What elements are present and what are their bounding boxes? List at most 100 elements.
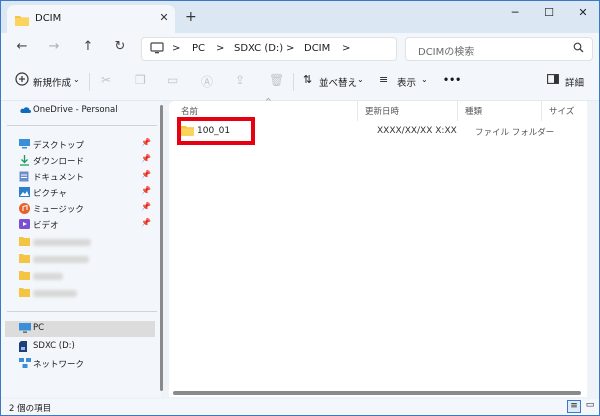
horizontal-scrollbar[interactable] (173, 391, 581, 395)
search-placeholder: DCIMの検索 (418, 47, 475, 58)
forward-icon[interactable]: → (45, 39, 63, 54)
view-chevron-icon[interactable]: ⌄ (421, 75, 428, 84)
new-button[interactable]: 新規作成 (33, 75, 71, 89)
redacted-label (33, 273, 63, 280)
close-button[interactable]: ✕ (571, 6, 595, 19)
desktop-icon (19, 139, 30, 152)
download-icon (19, 155, 30, 169)
column-header-type[interactable]: 種類 (465, 105, 482, 117)
command-bar: 新規作成 ⌄ ✂ ❐ ▭ Ⓐ ⇪ 🗑 ⇅ 並べ替え ⌄ ≡ 表示 ⌄ ••• 詳… (1, 63, 599, 101)
sidebar-item-label: PC (33, 323, 45, 333)
share-icon[interactable]: ⇪ (235, 73, 245, 87)
sidebar-item-desktop[interactable]: デスクトップ 📌 (19, 137, 155, 153)
network-icon (19, 358, 31, 371)
up-icon[interactable]: ↑ (79, 39, 97, 54)
sidebar-item-label: ドキュメント (33, 173, 85, 183)
sort-icon[interactable]: ⇅ (303, 73, 312, 86)
sidebar-item-network[interactable]: ネットワーク (19, 356, 155, 372)
details-pane-icon[interactable] (547, 74, 559, 87)
file-date: XXXX/XX/XX X:XX (377, 126, 457, 136)
breadcrumb-sep: > (216, 43, 225, 54)
sidebar-item-downloads[interactable]: ダウンロード 📌 (19, 153, 155, 169)
search-box[interactable]: DCIMの検索 (405, 37, 593, 61)
address-bar[interactable]: > PC > SDXC (D:) > DCIM > (141, 37, 397, 61)
tab-close-icon[interactable]: ✕ (157, 11, 171, 24)
sidebar-item-onedrive[interactable]: OneDrive - Personal (19, 103, 155, 119)
sidebar-item-label: ビデオ (33, 221, 59, 231)
more-button[interactable]: ••• (443, 75, 461, 86)
item-count: 2 個の項目 (9, 404, 52, 414)
monitor-icon (150, 42, 164, 57)
sidebar-item-blurred-folder[interactable] (19, 286, 155, 302)
column-divider[interactable] (541, 101, 542, 121)
sidebar-item-pc[interactable]: PC (5, 321, 155, 337)
sidebar-item-label: ダウンロード (33, 157, 85, 167)
address-row: ← → ↑ ↻ > PC > SDXC (D:) > DCIM > DCIMの検… (1, 33, 599, 63)
back-icon[interactable]: ← (13, 39, 31, 54)
pin-icon: 📌 (141, 202, 151, 211)
sidebar-item-blurred-folder[interactable] (19, 235, 155, 251)
view-button[interactable]: 表示 (397, 75, 416, 89)
scrollbar-thumb[interactable] (160, 105, 163, 391)
new-chevron-icon[interactable]: ⌄ (73, 75, 80, 84)
pictures-icon (19, 187, 30, 200)
details-view-icon[interactable]: ≡ (567, 400, 581, 413)
pin-icon: 📌 (141, 218, 151, 227)
sidebar-item-sdxc[interactable]: SDXC (D:) (19, 339, 155, 355)
refresh-icon[interactable]: ↻ (111, 39, 129, 54)
onedrive-icon (19, 105, 31, 117)
column-header-size[interactable]: サイズ (549, 105, 574, 117)
paste-icon[interactable]: ▭ (167, 73, 178, 87)
folder-icon (15, 15, 29, 29)
tab-dcim[interactable]: DCIM ✕ (7, 5, 175, 33)
view-icon[interactable]: ≡ (379, 73, 388, 86)
sort-button[interactable]: 並べ替え (319, 75, 357, 89)
sidebar-scrollbar[interactable] (159, 101, 165, 391)
sort-caret-icon: ^ (265, 97, 272, 106)
redacted-label (33, 256, 89, 263)
breadcrumb-sep: > (286, 43, 295, 54)
folder-icon (19, 237, 30, 249)
sidebar-item-documents[interactable]: ドキュメント 📌 (19, 169, 155, 185)
maximize-button[interactable]: ☐ (537, 6, 561, 19)
column-divider[interactable] (457, 101, 458, 121)
pin-icon: 📌 (141, 170, 151, 179)
column-header-name[interactable]: 名前 (181, 105, 198, 117)
copy-icon[interactable]: ❐ (135, 73, 146, 87)
sidebar-item-label: ネットワーク (33, 360, 85, 370)
details-button[interactable]: 詳細 (565, 75, 584, 89)
breadcrumb-pc[interactable]: PC (192, 43, 205, 54)
sidebar-item-label: SDXC (D:) (33, 341, 75, 351)
sidebar-item-videos[interactable]: ビデオ 📌 (19, 217, 155, 233)
sidebar-item-music[interactable]: ミュージック 📌 (19, 201, 155, 217)
tab-bar: DCIM ✕ + ─ ☐ ✕ (1, 1, 599, 33)
column-divider[interactable] (357, 101, 358, 121)
video-icon (19, 219, 30, 232)
rename-icon[interactable]: Ⓐ (201, 73, 213, 90)
navigation-pane: OneDrive - Personal デスクトップ 📌 ダウンロード 📌 ドキ… (1, 101, 161, 397)
breadcrumb-dcim[interactable]: DCIM (304, 43, 330, 54)
new-tab-button[interactable]: + (185, 9, 197, 25)
folder-icon (19, 254, 30, 266)
folder-icon (19, 271, 30, 283)
sidebar-item-blurred-folder[interactable] (19, 269, 155, 285)
column-header-date[interactable]: 更新日時 (365, 105, 399, 117)
breadcrumb-drive[interactable]: SDXC (D:) (234, 43, 283, 54)
sidebar-item-blurred-folder[interactable] (19, 252, 155, 268)
divider (7, 125, 157, 126)
folder-icon (19, 288, 30, 300)
search-icon (573, 42, 584, 56)
delete-icon[interactable]: 🗑 (269, 73, 284, 87)
status-bar: 2 個の項目 ≡ ▭ (1, 399, 599, 415)
sort-chevron-icon[interactable]: ⌄ (357, 75, 364, 84)
cut-icon[interactable]: ✂ (101, 73, 111, 87)
divider (89, 73, 90, 91)
new-icon[interactable] (15, 72, 29, 89)
tiles-view-icon[interactable]: ▭ (583, 400, 597, 413)
sidebar-item-pictures[interactable]: ピクチャ 📌 (19, 185, 155, 201)
tab-title: DCIM (35, 13, 62, 24)
minimize-button[interactable]: ─ (503, 6, 527, 19)
redacted-label (33, 290, 77, 297)
sidebar-item-label: OneDrive - Personal (33, 105, 118, 115)
pc-icon (19, 323, 31, 336)
